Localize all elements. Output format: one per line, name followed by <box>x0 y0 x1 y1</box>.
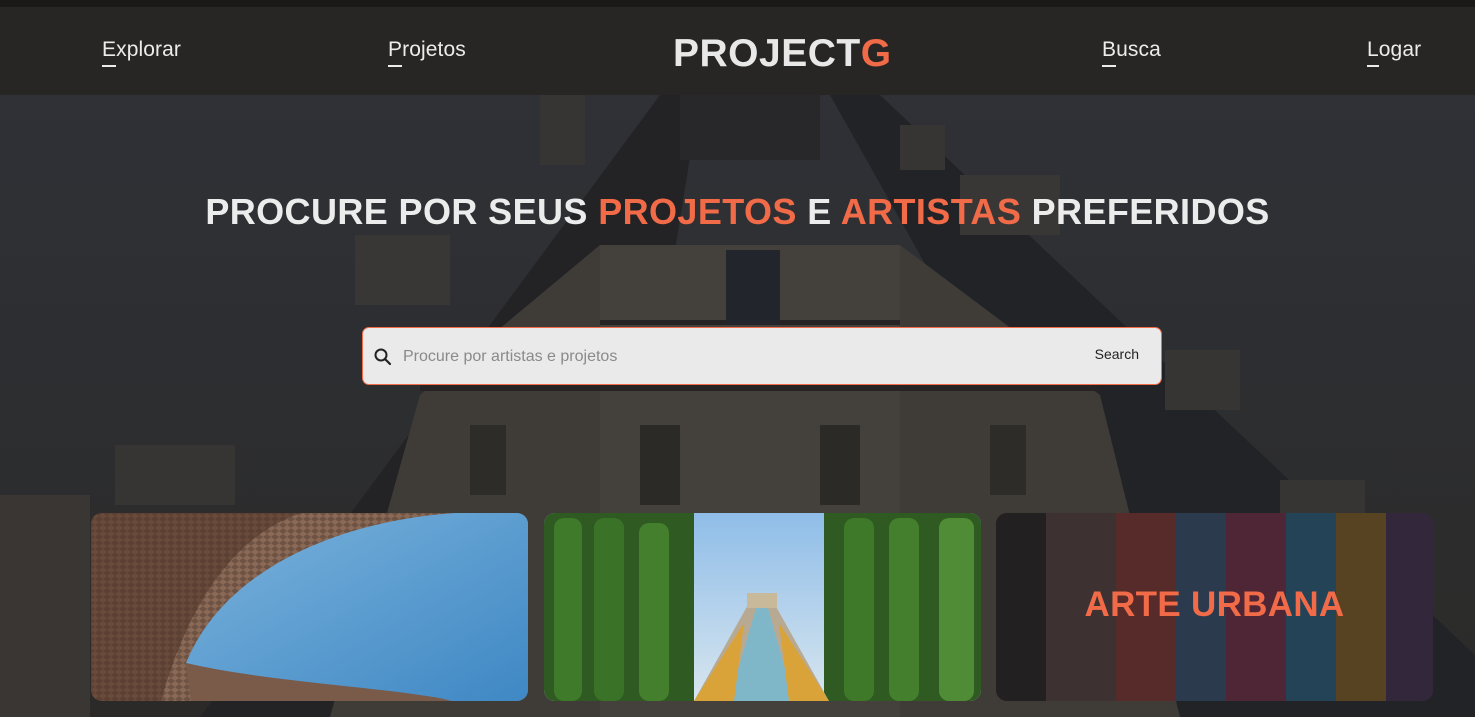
card-garden-image <box>544 513 981 701</box>
headline-highlight-artistas: ARTISTAS <box>840 191 1022 232</box>
headline-part-2: E <box>796 191 841 232</box>
nav-busca-initial: B <box>1102 38 1117 67</box>
logo-main: PROJECT <box>673 32 861 75</box>
nav-busca[interactable]: Busca <box>1102 38 1161 67</box>
logo-accent: G <box>860 32 892 75</box>
headline-part-1: PROCURE POR SEUS <box>205 191 599 232</box>
nav-logar-initial: L <box>1367 38 1379 67</box>
logo[interactable]: PROJECTG <box>673 32 892 76</box>
nav-projetos-initial: P <box>388 38 403 67</box>
headline-part-3: PREFERIDOS <box>1021 191 1270 232</box>
card-garden[interactable] <box>544 513 981 701</box>
navbar: Explorar Projetos PROJECTG Busca Logar <box>0 7 1475 95</box>
search-button[interactable]: Search <box>1095 346 1139 362</box>
card-architecture-image <box>91 513 528 701</box>
nav-projetos[interactable]: Projetos <box>388 38 466 67</box>
hero-section: PROCURE POR SEUS PROJETOS E ARTISTAS PRE… <box>0 95 1475 717</box>
top-strip <box>0 0 1475 7</box>
nav-projetos-label: rojetos <box>402 38 466 61</box>
card-architecture[interactable] <box>91 513 528 701</box>
search-bar: Search <box>362 327 1162 385</box>
hero-headline: PROCURE POR SEUS PROJETOS E ARTISTAS PRE… <box>0 191 1475 233</box>
nav-logar-label: ogar <box>1378 38 1422 61</box>
headline-highlight-projetos: PROJETOS <box>598 191 797 232</box>
card-arte-urbana-title: ARTE URBANA <box>1084 585 1345 624</box>
nav-explorar-initial: E <box>102 38 117 67</box>
nav-logar[interactable]: Logar <box>1367 38 1422 67</box>
nav-explorar-label: xplorar <box>116 38 181 61</box>
nav-busca-label: usca <box>1116 38 1161 61</box>
nav-explorar[interactable]: Explorar <box>102 38 181 67</box>
search-input[interactable] <box>403 342 1063 372</box>
search-icon <box>374 348 392 366</box>
card-arte-urbana[interactable]: ARTE URBANA <box>996 513 1433 701</box>
